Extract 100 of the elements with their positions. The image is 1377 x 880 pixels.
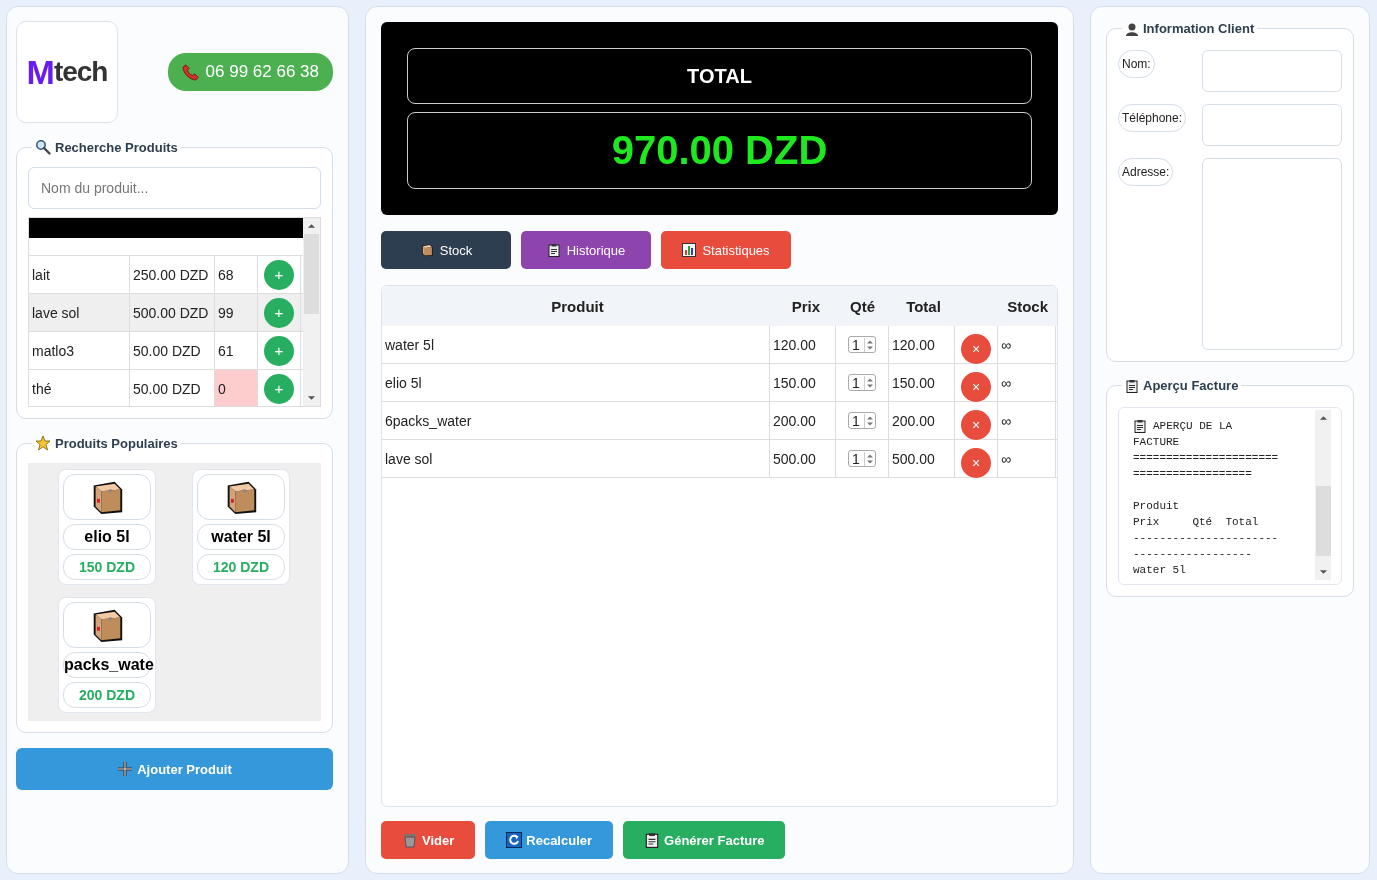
phone-icon xyxy=(181,63,200,81)
trash-icon xyxy=(402,832,418,848)
column-header: Stock xyxy=(1006,296,1049,317)
quantity-field[interactable]: 1 xyxy=(848,450,876,467)
add-button[interactable]: + xyxy=(264,335,294,366)
remove-button[interactable]: × xyxy=(961,447,991,478)
table-cell: lave sol xyxy=(382,440,770,477)
clipboard-icon xyxy=(1125,378,1139,393)
scrollbar[interactable] xyxy=(1315,410,1331,580)
table-cell: ∞ xyxy=(998,364,1056,401)
table-cell: 99 xyxy=(215,294,258,331)
preview-line: ---------------------- xyxy=(1133,531,1280,546)
table-cell: 500.00 xyxy=(889,440,955,477)
scroll-up-icon[interactable] xyxy=(307,223,316,229)
add-button[interactable]: + xyxy=(264,259,294,290)
preview-line: Prix Qté Total xyxy=(1133,515,1260,530)
product-price: 200 DZD xyxy=(63,682,151,708)
action-button[interactable]: Générer Facture xyxy=(623,821,786,859)
product-row[interactable]: thé 50.00 DZD 0 + xyxy=(29,369,303,406)
preview-line: ------------------ xyxy=(1133,547,1253,562)
clipboard-icon xyxy=(546,243,561,257)
search-icon xyxy=(35,139,51,155)
spinner-icon[interactable] xyxy=(864,337,875,352)
table-cell: 6packs_water xyxy=(382,402,770,439)
input-field[interactable] xyxy=(1202,50,1342,92)
plus-icon xyxy=(117,761,134,777)
box-icon xyxy=(419,243,434,257)
table-cell: 500.00 DZD xyxy=(130,294,215,331)
table-cell: 50.00 DZD xyxy=(130,332,215,369)
add-button[interactable]: + xyxy=(264,297,294,328)
address-field[interactable] xyxy=(1202,158,1342,350)
quantity-field[interactable]: 1 xyxy=(848,412,876,429)
nav-button[interactable]: Stock xyxy=(381,231,511,269)
product-row[interactable]: lave sol 500.00 DZD 99 + xyxy=(29,293,303,331)
table-cell: elio 5l xyxy=(382,364,770,401)
table-cell: ∞ xyxy=(998,440,1056,477)
column-header: Total xyxy=(905,296,942,317)
product-card[interactable]: packs_wate 200 DZD xyxy=(58,597,156,713)
refresh-icon xyxy=(506,832,523,848)
nav-button[interactable]: Statistiques xyxy=(661,231,791,269)
total-amount: 970.00 DZD xyxy=(407,112,1032,189)
table-cell: matlo3 xyxy=(29,332,130,369)
table-cell: ∞ xyxy=(998,402,1056,439)
preview-line: Produit xyxy=(1133,499,1181,514)
table-cell: 150.00 xyxy=(889,364,955,401)
total-label: TOTAL xyxy=(407,48,1032,104)
scroll-down-icon[interactable] xyxy=(307,395,316,401)
table-cell: 150.00 xyxy=(770,364,836,401)
product-name: water 5l xyxy=(197,524,285,550)
action-button[interactable]: Vider xyxy=(381,821,476,859)
product-card[interactable]: water 5l 120 DZD xyxy=(192,469,290,585)
search-field[interactable]: Nom du produit... xyxy=(28,167,321,209)
scroll-up-icon[interactable] xyxy=(1318,415,1328,421)
table-cell: lave sol xyxy=(29,294,130,331)
panel-title: Information Client xyxy=(1143,21,1255,36)
table-cell: 200.00 xyxy=(770,402,836,439)
table-cell: 120.00 xyxy=(770,326,836,363)
spinner-icon[interactable] xyxy=(864,375,875,390)
panel-title: Aperçu Facture xyxy=(1143,378,1239,393)
panel-title: Produits Populaires xyxy=(55,435,178,451)
preview-line: FACTURE xyxy=(1133,435,1181,450)
add-button[interactable]: + xyxy=(264,373,294,404)
product-price: 120 DZD xyxy=(197,554,285,580)
spinner-icon[interactable] xyxy=(864,413,875,428)
preview-line: water 5l xyxy=(1133,563,1187,578)
clipboard-icon xyxy=(644,832,661,848)
add-product-button[interactable]: Ajouter Produit xyxy=(16,748,333,790)
table-cell: 500.00 xyxy=(770,440,836,477)
table-cell: 0 xyxy=(215,370,258,406)
product-row[interactable]: matlo3 50.00 DZD 61 + xyxy=(29,331,303,369)
person-icon xyxy=(1125,21,1139,36)
table-cell: 61 xyxy=(215,332,258,369)
table-cell: thé xyxy=(29,370,130,406)
nav-button[interactable]: Historique xyxy=(521,231,651,269)
remove-button[interactable]: × xyxy=(961,333,991,364)
preview-line: APERÇU DE LA xyxy=(1153,419,1233,434)
table-cell: 120.00 xyxy=(889,326,955,363)
table-cell: water 5l xyxy=(382,326,770,363)
remove-button[interactable]: × xyxy=(961,371,991,402)
table-cell: 200.00 xyxy=(889,402,955,439)
product-price: 150 DZD xyxy=(63,554,151,580)
column-header: Produit xyxy=(550,296,605,317)
phone-button[interactable]: 06 99 62 66 38 xyxy=(167,53,333,91)
preview-line: ================== xyxy=(1133,467,1253,482)
spinner-icon[interactable] xyxy=(864,451,875,466)
table-cell: ∞ xyxy=(998,326,1056,363)
product-card[interactable]: elio 5l 150 DZD xyxy=(58,469,156,585)
quantity-field[interactable]: 1 xyxy=(848,374,876,391)
clipboard-icon xyxy=(1133,419,1147,433)
star-icon xyxy=(35,435,51,451)
preview-line: ====================== xyxy=(1133,451,1280,466)
quantity-field[interactable]: 1 xyxy=(848,336,876,353)
column-header: Prix xyxy=(790,296,821,317)
scroll-down-icon[interactable] xyxy=(1318,569,1328,575)
column-header: Qté xyxy=(849,296,876,317)
action-button[interactable]: Recalculer xyxy=(485,821,614,859)
input-field[interactable] xyxy=(1202,104,1342,146)
panel-title: Recherche Produits xyxy=(55,139,178,155)
scrollbar[interactable] xyxy=(303,218,320,406)
remove-button[interactable]: × xyxy=(961,409,991,440)
